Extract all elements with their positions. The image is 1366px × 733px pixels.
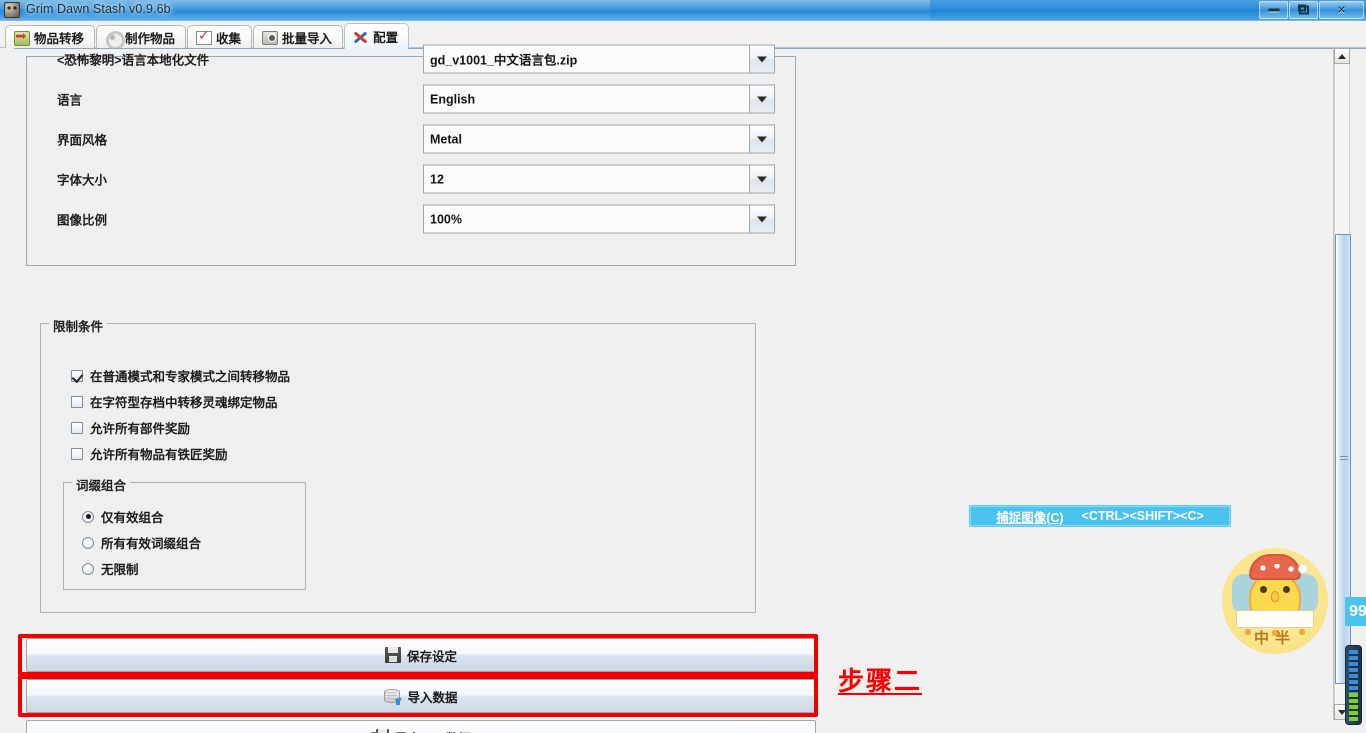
restrictions-group: 限制条件 在普通模式和专家模式之间转移物品 在字符型存档中转移灵魂绑定物品 允许… bbox=[40, 316, 756, 613]
mascot-santa-hat bbox=[1249, 554, 1301, 580]
floppy-save-icon bbox=[384, 647, 401, 663]
database-import-icon bbox=[384, 688, 403, 705]
radio-unlimited[interactable]: 无限制 bbox=[82, 559, 139, 578]
button-label: 导入数据 bbox=[407, 690, 458, 705]
setting-label: 图像比例 bbox=[57, 213, 108, 228]
app-window: Grim Dawn Stash v0.9.6b ✕ 物品转移 制作物品 收集 bbox=[0, 0, 1366, 733]
radio-valid-combinations-only[interactable]: 仅有效组合 bbox=[82, 507, 164, 526]
checkbox-label: 允许所有部件奖励 bbox=[90, 422, 191, 436]
export-arz-data-button[interactable]: 导出ARZ数据 bbox=[26, 720, 816, 733]
capture-image-button[interactable]: 捕捉图像(C) <CTRL><SHIFT><C> bbox=[969, 505, 1231, 527]
font-size-combo[interactable]: 12 bbox=[423, 164, 775, 194]
setting-row-language: 语言 English bbox=[27, 79, 795, 119]
radio-icon[interactable] bbox=[82, 536, 94, 549]
battery-indicator bbox=[1345, 645, 1362, 725]
combo-value: English bbox=[430, 92, 476, 106]
ui-style-combo[interactable]: Metal bbox=[423, 124, 775, 154]
scrollbar-grip bbox=[1340, 456, 1348, 462]
floppy-export-icon bbox=[371, 729, 390, 733]
setting-label: 字体大小 bbox=[57, 173, 108, 188]
radio-all-valid-affix-combinations[interactable]: 所有有效词缀组合 bbox=[82, 533, 201, 552]
capture-shortcut: <CTRL><SHIFT><C> bbox=[1081, 509, 1204, 523]
combo-value: gd_v1001_中文语言包.zip bbox=[430, 53, 578, 68]
chevron-down-icon[interactable] bbox=[749, 45, 774, 73]
title-bar: Grim Dawn Stash v0.9.6b ✕ bbox=[0, 0, 1366, 21]
radio-label: 仅有效组合 bbox=[101, 511, 164, 525]
mascot-eye-right bbox=[1283, 586, 1290, 593]
setting-row-localization-file: <恐怖黎明>语言本地化文件 gd_v1001_中文语言包.zip bbox=[27, 39, 795, 79]
localization-file-combo[interactable]: gd_v1001_中文语言包.zip bbox=[423, 44, 775, 74]
mascot-banner bbox=[1236, 610, 1314, 628]
setting-label: <恐怖黎明>语言本地化文件 bbox=[57, 53, 210, 68]
window-controls: ✕ bbox=[1258, 1, 1364, 19]
tab-item-config[interactable]: 配置 bbox=[344, 23, 410, 50]
affix-combination-group: 词缀组合 仅有效组合 所有有效词缀组合 无限制 bbox=[63, 475, 306, 590]
notification-badge[interactable]: 99 bbox=[1345, 597, 1366, 626]
combo-value: 100% bbox=[430, 212, 462, 226]
tab-label: 配置 bbox=[373, 31, 399, 45]
checkbox-icon[interactable] bbox=[71, 395, 83, 408]
checkbox-icon[interactable] bbox=[71, 447, 83, 460]
setting-row-font-size: 字体大小 12 bbox=[27, 159, 795, 199]
checkbox-transfer-soulbound[interactable]: 在字符型存档中转移灵魂绑定物品 bbox=[71, 392, 278, 411]
chevron-down-icon[interactable] bbox=[749, 165, 774, 193]
restrictions-legend: 限制条件 bbox=[49, 316, 108, 335]
mascot-hat-pompom bbox=[1298, 564, 1308, 574]
checkbox-allow-all-component-bonuses[interactable]: 允许所有部件奖励 bbox=[71, 418, 190, 437]
radio-icon[interactable] bbox=[82, 562, 94, 575]
chevron-down-icon[interactable] bbox=[749, 85, 774, 113]
save-settings-button[interactable]: 保存设定 bbox=[26, 638, 816, 672]
mascot-eye-left bbox=[1260, 586, 1267, 593]
radio-label: 无限制 bbox=[101, 563, 139, 577]
mascot-text: 中半 bbox=[1253, 630, 1296, 647]
step-annotation: 步骤二 bbox=[838, 666, 923, 696]
button-label: 保存设定 bbox=[406, 649, 457, 664]
checkbox-allow-all-blacksmith-bonuses[interactable]: 允许所有物品有铁匠奖励 bbox=[71, 444, 228, 463]
mascot-beak bbox=[1271, 591, 1279, 602]
language-combo[interactable]: English bbox=[423, 84, 775, 114]
restore-button[interactable] bbox=[1289, 1, 1318, 19]
settings-panel: <恐怖黎明>语言本地化文件 gd_v1001_中文语言包.zip 语言 Engl… bbox=[26, 44, 796, 266]
radio-label: 所有有效词缀组合 bbox=[101, 537, 202, 551]
chick-mascot-avatar: 中半 bbox=[1222, 548, 1328, 654]
capture-label: 捕捉图像(C) bbox=[996, 510, 1064, 525]
app-icon bbox=[4, 2, 20, 18]
checkbox-icon[interactable] bbox=[71, 369, 83, 382]
battery-charge-level bbox=[1349, 693, 1358, 721]
tools-icon bbox=[353, 29, 368, 44]
button-label: 导出ARZ数据 bbox=[395, 728, 471, 733]
window-title: Grim Dawn Stash v0.9.6b bbox=[26, 2, 171, 16]
combo-value: 12 bbox=[430, 172, 444, 186]
chevron-down-icon[interactable] bbox=[749, 205, 774, 233]
scroll-up-button[interactable] bbox=[1334, 48, 1350, 64]
setting-row-image-scale: 图像比例 100% bbox=[27, 199, 795, 239]
image-scale-combo[interactable]: 100% bbox=[423, 204, 775, 234]
import-data-button[interactable]: 导入数据 bbox=[26, 679, 816, 713]
minimize-button[interactable] bbox=[1259, 1, 1288, 19]
setting-label: 语言 bbox=[57, 93, 83, 108]
affix-legend: 词缀组合 bbox=[72, 475, 131, 494]
checkbox-label: 允许所有物品有铁匠奖励 bbox=[90, 448, 228, 462]
content-area: <恐怖黎明>语言本地化文件 gd_v1001_中文语言包.zip 语言 Engl… bbox=[0, 44, 1366, 733]
checkbox-icon[interactable] bbox=[71, 421, 83, 434]
chevron-down-icon[interactable] bbox=[749, 125, 774, 153]
checkbox-transfer-between-modes[interactable]: 在普通模式和专家模式之间转移物品 bbox=[71, 366, 290, 385]
close-button[interactable]: ✕ bbox=[1319, 1, 1364, 19]
checkbox-label: 在字符型存档中转移灵魂绑定物品 bbox=[90, 396, 278, 410]
combo-value: Metal bbox=[430, 132, 462, 146]
setting-label: 界面风格 bbox=[57, 133, 108, 148]
radio-icon[interactable] bbox=[82, 510, 94, 523]
checkbox-label: 在普通模式和专家模式之间转移物品 bbox=[90, 370, 291, 384]
setting-row-ui-style: 界面风格 Metal bbox=[27, 119, 795, 159]
